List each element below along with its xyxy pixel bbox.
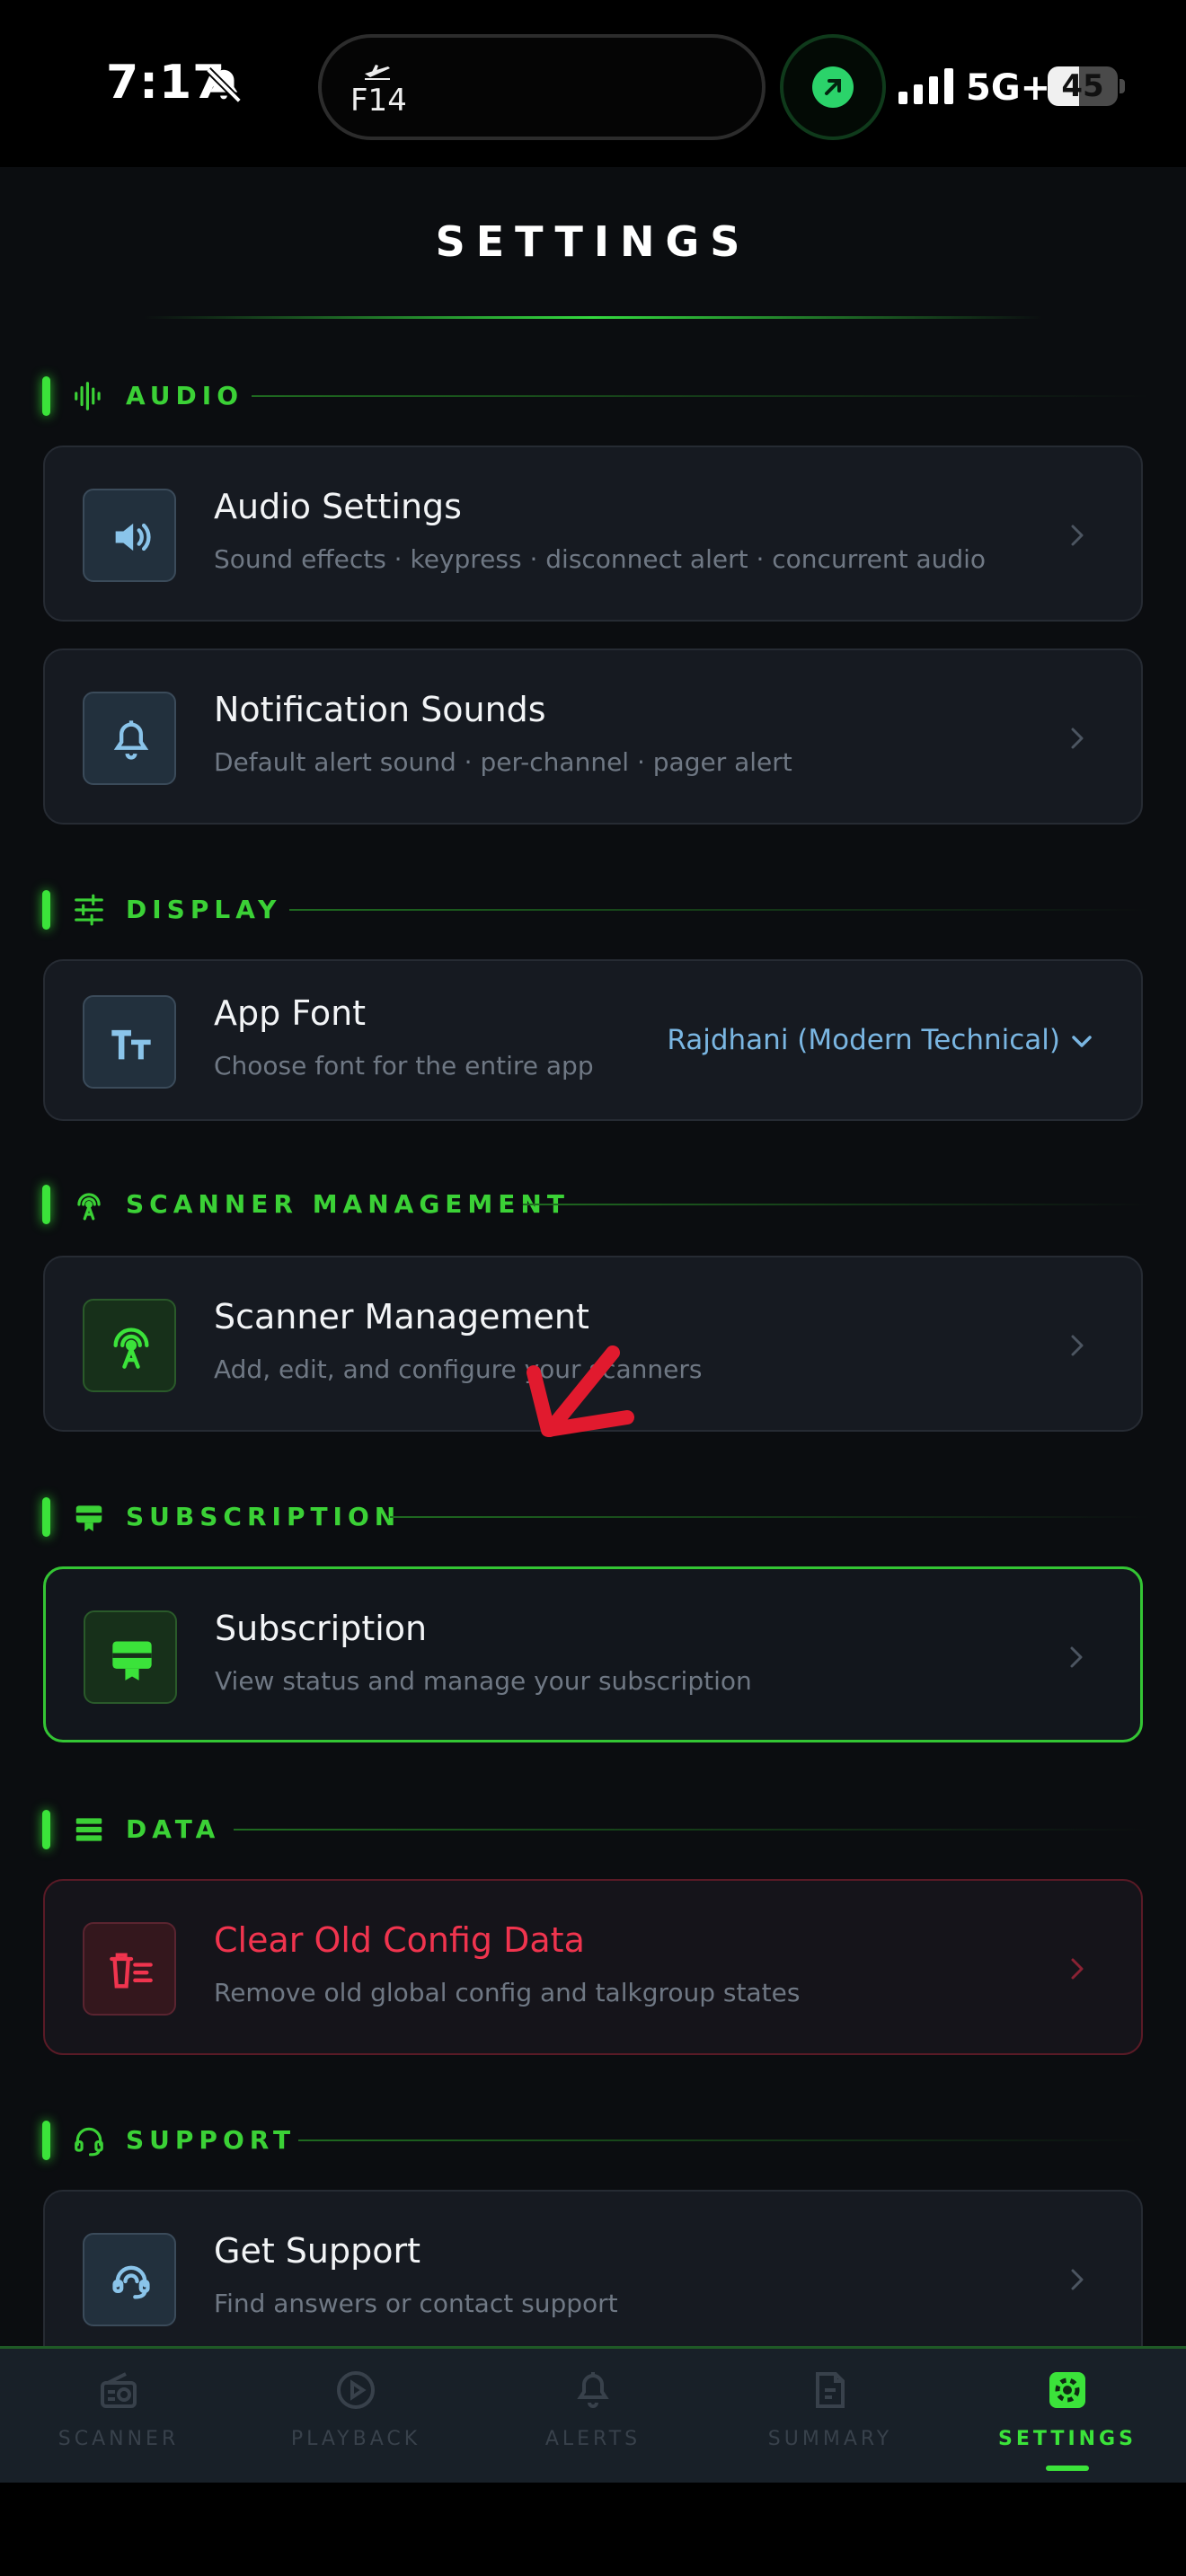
- signal-icon: [898, 68, 953, 104]
- tab-scanner[interactable]: SCANNER: [0, 2349, 237, 2485]
- antenna-icon: [83, 1299, 176, 1392]
- sliders-icon: [75, 894, 103, 926]
- battery-icon: 45: [1048, 66, 1118, 106]
- get-support-card[interactable]: Get Support Find answers or contact supp…: [43, 2190, 1143, 2366]
- chevron-right-icon: [1071, 2269, 1084, 2290]
- section-marker: [42, 1497, 50, 1537]
- card-title: Audio Settings: [214, 487, 462, 526]
- section-label: SUBSCRIPTION: [126, 1502, 402, 1531]
- page-title: SETTINGS: [435, 217, 751, 266]
- chevron-right-icon: [1071, 525, 1084, 546]
- tab-label: ALERTS: [544, 2428, 642, 2450]
- section-marker: [42, 1810, 50, 1849]
- text-size-icon: [83, 995, 176, 1089]
- section-label: AUDIO: [126, 381, 244, 410]
- flight-number: F14: [350, 83, 407, 119]
- antenna-icon: [77, 1193, 101, 1221]
- section-marker: [42, 890, 50, 930]
- section-line: [289, 909, 1150, 911]
- card-subtitle: Sound effects · keypress · disconnect al…: [214, 544, 987, 574]
- card-title: Scanner Management: [214, 1297, 589, 1337]
- trash-list-icon: [83, 1922, 176, 2016]
- section-line: [523, 1204, 1150, 1205]
- section-support: SUPPORT: [40, 2118, 1150, 2163]
- waveform-icon: [75, 382, 101, 410]
- font-select-value: Rajdhani (Modern Technical): [667, 1024, 1060, 1056]
- card-title: Clear Old Config Data: [214, 1920, 585, 1960]
- tab-label: SETTINGS: [998, 2428, 1137, 2450]
- tab-label: PLAYBACK: [290, 2428, 421, 2450]
- battery-tip: [1120, 79, 1125, 93]
- card-subtitle: Remove old global config and talkgroup s…: [214, 1978, 801, 2007]
- tab-label: SUMMARY: [767, 2428, 893, 2450]
- card-title: Notification Sounds: [214, 690, 546, 729]
- section-audio: AUDIO: [40, 374, 1150, 419]
- audio-settings-card[interactable]: Audio Settings Sound effects · keypress …: [43, 446, 1143, 622]
- bell-icon: [83, 692, 176, 785]
- document-icon: [816, 2372, 845, 2408]
- tab-alerts[interactable]: ALERTS: [474, 2349, 712, 2485]
- card-ribbon-icon: [75, 1505, 102, 1531]
- section-label: SUPPORT: [126, 2125, 296, 2155]
- font-select[interactable]: Rajdhani (Modern Technical): [667, 1024, 1093, 1056]
- title-divider: [144, 316, 1042, 319]
- card-ribbon-icon: [84, 1610, 177, 1704]
- section-line: [390, 1516, 1150, 1518]
- section-marker: [42, 2121, 50, 2160]
- section-marker: [42, 376, 50, 416]
- section-line: [298, 2139, 1150, 2141]
- active-tab-indicator: [1046, 2466, 1089, 2471]
- section-label: DATA: [126, 1814, 221, 1844]
- card-subtitle: View status and manage your subscription: [215, 1666, 752, 1696]
- play-icon: [337, 2371, 375, 2409]
- network-type: 5G+: [966, 67, 1051, 109]
- battery-percent: 45: [1061, 68, 1104, 104]
- status-bar: 7:17 F14 5G+ 45: [0, 0, 1186, 167]
- section-label: SCANNER MANAGEMENT: [126, 1189, 570, 1219]
- radio-icon: [101, 2372, 137, 2408]
- section-scanner-management: SCANNER MANAGEMENT: [40, 1182, 1150, 1227]
- dynamic-island[interactable]: F14: [318, 34, 766, 140]
- section-data: DATA: [40, 1807, 1150, 1852]
- bell-icon: [577, 2372, 609, 2408]
- chevron-right-icon: [1071, 728, 1084, 749]
- card-title: App Font: [214, 993, 367, 1033]
- tab-summary[interactable]: SUMMARY: [712, 2349, 949, 2485]
- app-font-card[interactable]: App Font Choose font for the entire app …: [43, 959, 1143, 1121]
- chevron-down-icon: [1072, 1035, 1092, 1047]
- speaker-icon: [83, 489, 176, 582]
- card-title: Get Support: [214, 2231, 421, 2271]
- tab-playback[interactable]: PLAYBACK: [237, 2349, 474, 2485]
- chevron-right-icon: [1071, 1335, 1084, 1356]
- home-indicator-area: [0, 2483, 1186, 2576]
- card-title: Subscription: [215, 1609, 428, 1648]
- section-subscription: SUBSCRIPTION: [40, 1495, 1150, 1539]
- subscription-card[interactable]: Subscription View status and manage your…: [43, 1566, 1143, 1742]
- location-indicator[interactable]: [780, 34, 886, 140]
- tab-label: SCANNER: [58, 2428, 180, 2450]
- list-icon: [75, 1818, 102, 1841]
- airplane-icon: [365, 65, 390, 80]
- notification-sounds-card[interactable]: Notification Sounds Default alert sound …: [43, 648, 1143, 825]
- section-line: [234, 1829, 1150, 1831]
- tab-settings[interactable]: SETTINGS: [949, 2349, 1186, 2485]
- section-label: DISPLAY: [126, 895, 282, 924]
- chevron-right-icon: [1070, 1646, 1083, 1668]
- support-agent-icon: [83, 2233, 176, 2326]
- gear-icon: [1049, 2372, 1085, 2408]
- section-display: DISPLAY: [40, 887, 1150, 932]
- card-subtitle: Find answers or contact support: [214, 2289, 618, 2318]
- arrow-up-right-icon: [812, 66, 854, 108]
- annotation-arrow-icon: [527, 1345, 634, 1437]
- clear-config-card[interactable]: Clear Old Config Data Remove old global …: [43, 1879, 1143, 2055]
- settings-screen: SETTINGS AUDIO Audio Settings Sound effe…: [0, 167, 1186, 2483]
- section-marker: [42, 1185, 50, 1224]
- card-subtitle: Default alert sound · per-channel · page…: [214, 747, 792, 777]
- silent-bell-icon: [206, 67, 242, 103]
- headset-icon: [75, 2127, 103, 2157]
- chevron-right-icon: [1071, 1958, 1084, 1980]
- tab-bar: SCANNER PLAYBACK ALERTS SUMMARY SETTINGS: [0, 2346, 1186, 2483]
- card-subtitle: Choose font for the entire app: [214, 1051, 594, 1081]
- section-line: [252, 395, 1150, 397]
